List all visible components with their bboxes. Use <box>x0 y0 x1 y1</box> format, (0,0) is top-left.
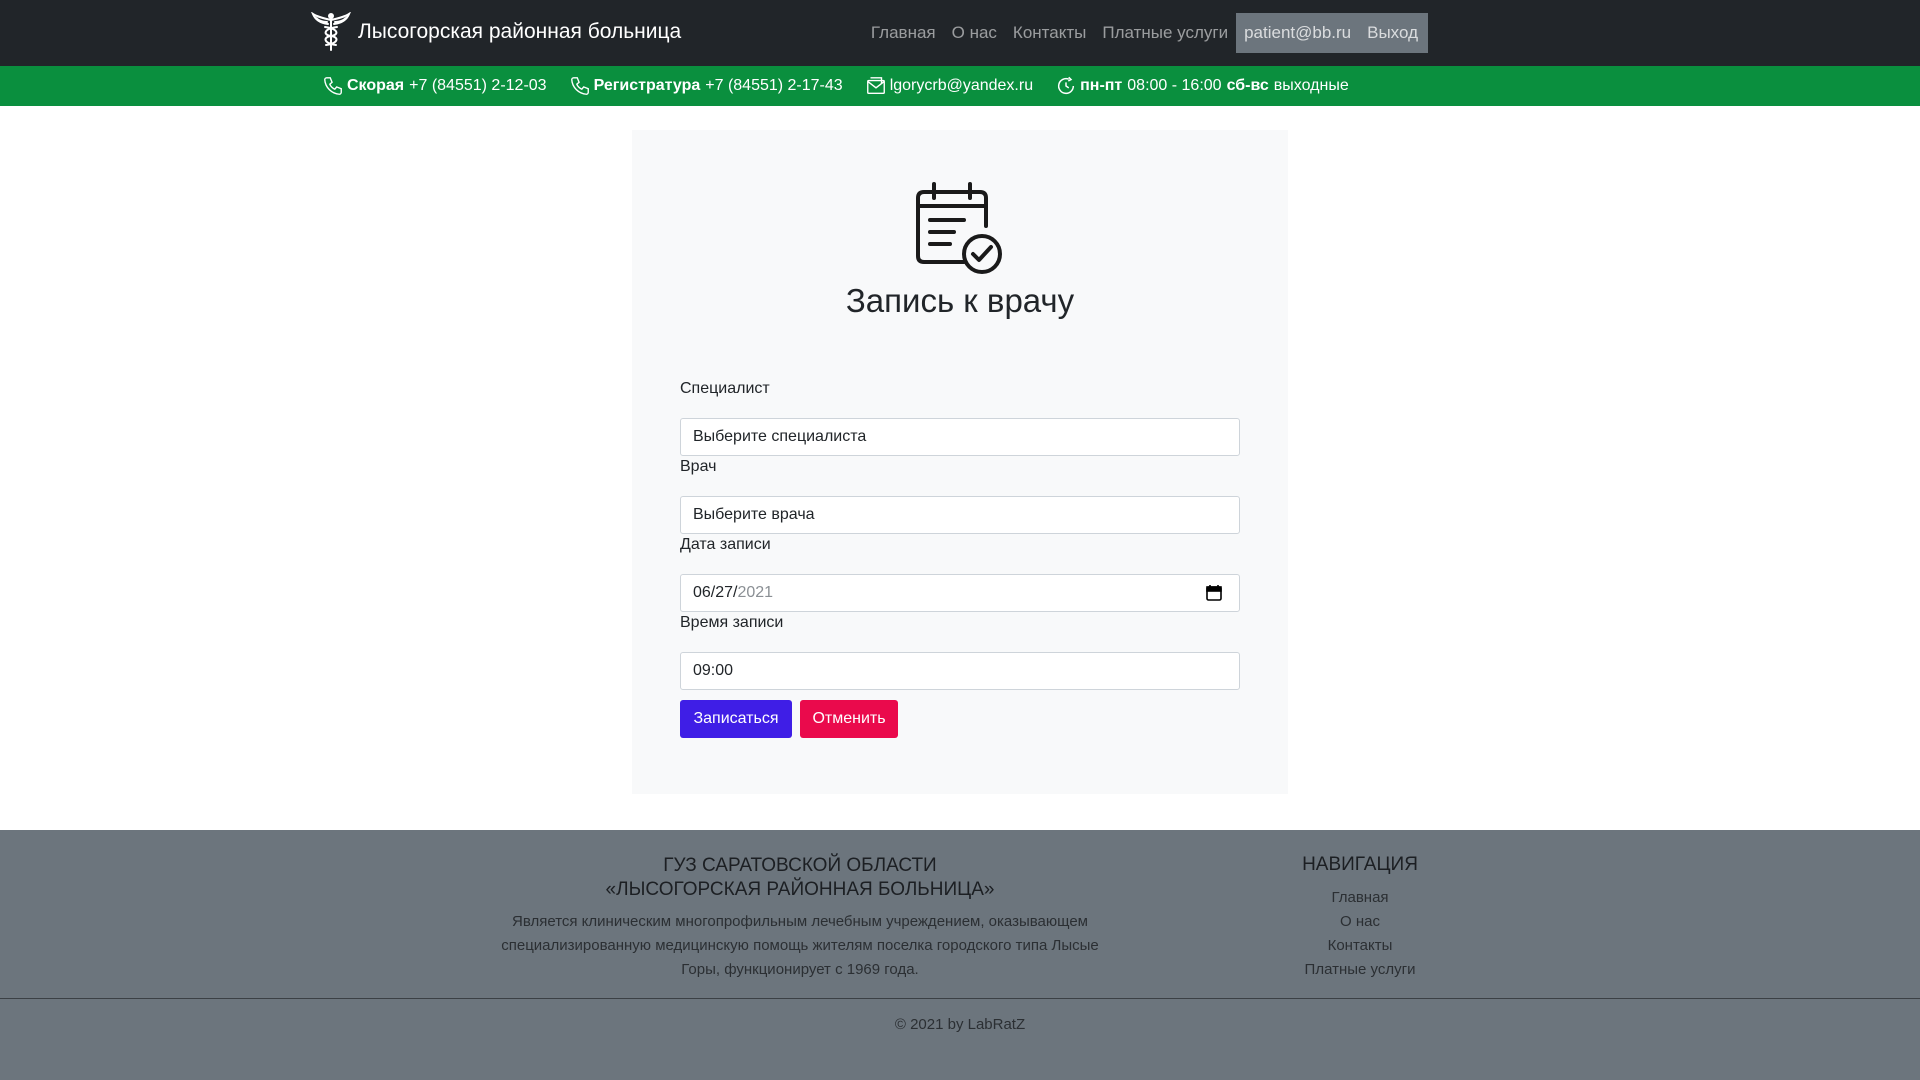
mail-icon <box>866 77 885 95</box>
footer-nav: Главная О нас Контакты Платные услуги <box>1260 886 1460 982</box>
footer-nav-title: Навигация <box>1302 854 1418 875</box>
nav-about[interactable]: О нас <box>952 23 997 43</box>
nav-contacts[interactable]: Контакты <box>1013 23 1086 43</box>
phone-icon <box>570 77 589 95</box>
clock-icon <box>1058 76 1075 95</box>
registry-contact: Регистратура +7 (84551) 2-17-43 <box>569 75 843 97</box>
submit-appointment-button[interactable]: Записаться <box>680 700 792 738</box>
main-nav: Главная О нас Контакты Платные услуги pa… <box>855 13 1428 53</box>
date-input[interactable]: 06/27/2021 <box>680 574 1240 612</box>
contact-bar: Скорая +7 (84551) 2-12-03 Регистратура +… <box>0 66 1920 106</box>
time-label: Время записи <box>680 614 784 631</box>
weekdays-label: пн-пт <box>1080 77 1123 94</box>
email-address: lgorycrb@yandex.ru <box>889 77 1034 94</box>
weekdays-hours: 08:00 - 16:00 <box>1127 77 1222 94</box>
calendar-icon[interactable] <box>1205 584 1223 602</box>
caduceus-logo-icon <box>311 12 351 51</box>
brand-link[interactable]: Лысогорская районная больница <box>310 12 681 52</box>
time-input[interactable]: 09:00 <box>680 652 1240 690</box>
email-contact: lgorycrb@yandex.ru <box>865 75 1033 97</box>
footer-nav-home[interactable]: Главная <box>1260 886 1460 910</box>
weekend-label: сб-вс <box>1226 77 1269 94</box>
ambulance-label: Скорая <box>347 77 405 94</box>
ambulance-contact: Скорая +7 (84551) 2-12-03 <box>322 75 547 97</box>
footer: ГУЗ Саратовской области «Лысогорская рай… <box>0 830 1920 1080</box>
phone-icon <box>324 77 342 95</box>
footer-nav-about[interactable]: О нас <box>1260 910 1460 934</box>
appointment-form-card: Запись к врачу Специалист Выберите специ… <box>632 130 1288 794</box>
footer-org-title: ГУЗ Саратовской области «Лысогорская рай… <box>470 854 1130 902</box>
footer-nav-paid-services[interactable]: Платные услуги <box>1260 958 1460 982</box>
date-field-group: Дата записи 06/27/2021 <box>680 536 1240 612</box>
weekend-text: выходные <box>1273 77 1349 94</box>
hours-contact: пн-пт 08:00 - 16:00 сб-вс выходные <box>1055 75 1349 97</box>
date-month-day: 06/27/ <box>693 584 738 601</box>
footer-divider <box>0 998 1920 999</box>
top-navbar: Лысогорская районная больница Главная О … <box>0 0 1920 66</box>
footer-nav-contacts[interactable]: Контакты <box>1260 934 1460 958</box>
cancel-button[interactable]: Отменить <box>800 700 898 738</box>
ambulance-phone: +7 (84551) 2-12-03 <box>409 77 547 94</box>
page-title: Запись к врачу <box>845 282 1075 319</box>
specialist-field-group: Специалист Выберите специалиста <box>680 380 1240 456</box>
user-email-link[interactable]: patient@bb.ru <box>1244 23 1351 43</box>
specialist-label: Специалист <box>680 380 770 397</box>
specialist-selected-value: Выберите специалиста <box>693 428 867 445</box>
footer-description: Является клиническим многопрофильным леч… <box>501 913 1099 978</box>
calendar-check-icon <box>916 182 1002 274</box>
logout-link[interactable]: Выход <box>1367 23 1418 43</box>
doctor-selected-value: Выберите врача <box>693 506 815 523</box>
specialist-select[interactable]: Выберите специалиста <box>680 418 1240 456</box>
nav-paid-services[interactable]: Платные услуги <box>1102 23 1228 43</box>
date-year: 2021 <box>737 584 774 601</box>
footer-copyright: © 2021 by LabRatZ <box>894 1016 1026 1033</box>
time-value: 09:00 <box>693 662 734 679</box>
footer-org-title-line2: «Лысогорская районная больница» <box>605 879 995 900</box>
nav-home[interactable]: Главная <box>871 23 936 43</box>
registry-phone: +7 (84551) 2-17-43 <box>705 77 843 94</box>
date-label: Дата записи <box>680 536 771 553</box>
footer-org-title-line1: ГУЗ Саратовской области <box>663 855 937 876</box>
time-field-group: Время записи 09:00 <box>680 614 1240 690</box>
doctor-select[interactable]: Выберите врача <box>680 496 1240 534</box>
brand-title: Лысогорская районная больница <box>358 20 682 43</box>
doctor-field-group: Врач Выберите врача <box>680 458 1240 534</box>
doctor-label: Врач <box>680 458 717 475</box>
registry-label: Регистратура <box>593 77 701 94</box>
user-menu: patient@bb.ru Выход <box>1236 13 1428 53</box>
